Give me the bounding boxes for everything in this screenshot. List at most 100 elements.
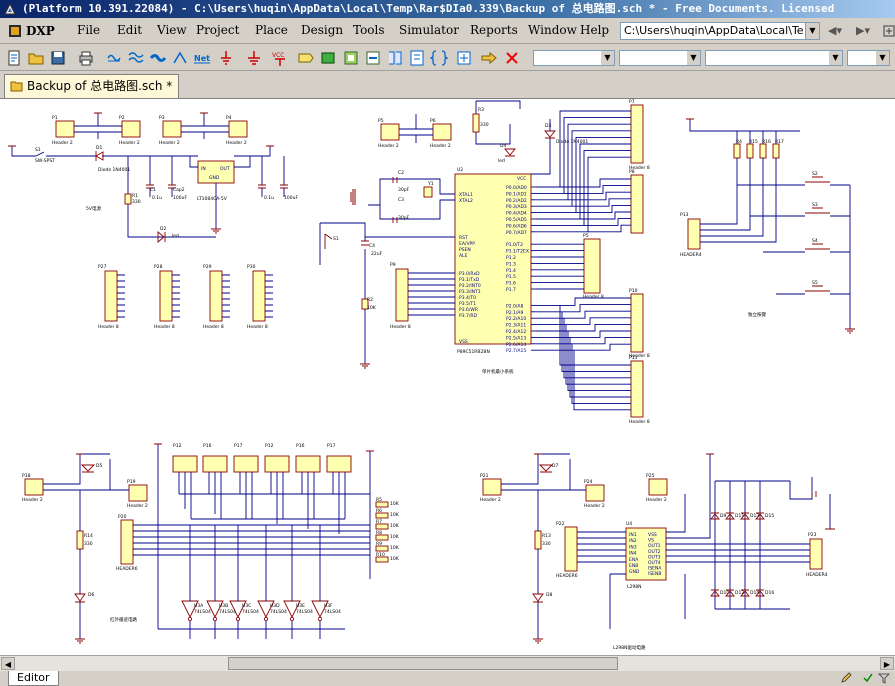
save-icon[interactable]: [49, 49, 67, 67]
open-folder-icon[interactable]: [27, 49, 45, 67]
header-p6[interactable]: [432, 123, 452, 141]
ir-sensor-header[interactable]: [233, 455, 259, 473]
toolbar-combo-4[interactable]: ▼: [847, 50, 890, 66]
header-p22[interactable]: [564, 526, 578, 572]
ir-sensor-header[interactable]: [264, 455, 290, 473]
bracket-icon[interactable]: [430, 49, 448, 67]
toolbar-combo-2[interactable]: ▼: [619, 50, 701, 66]
header-p3[interactable]: [162, 120, 182, 138]
resistor-r15[interactable]: [746, 143, 754, 159]
document-path-combo[interactable]: C:\Users\huqin\AppData\Local\Te ▼: [620, 22, 820, 40]
port-icon[interactable]: [297, 49, 315, 67]
bus-icon[interactable]: [149, 49, 167, 67]
sheet-symbol-icon[interactable]: [342, 49, 360, 67]
back-arrow-icon[interactable]: ◀▾: [824, 23, 846, 39]
header-p19[interactable]: [128, 484, 148, 502]
no-erc-icon[interactable]: [503, 49, 521, 67]
menu-file[interactable]: File: [77, 23, 100, 37]
header-p4[interactable]: [228, 120, 248, 138]
resistor-r13[interactable]: [534, 530, 542, 550]
header-p8[interactable]: [630, 174, 644, 234]
scroll-thumb[interactable]: [228, 657, 618, 670]
menu-simulator[interactable]: Simulator: [399, 23, 459, 37]
arrow-right-icon[interactable]: [480, 49, 498, 67]
header-p11[interactable]: [630, 360, 644, 418]
header-p13[interactable]: [687, 218, 701, 250]
bus-entry-icon[interactable]: [171, 49, 189, 67]
forward-arrow-icon[interactable]: ▶▾: [852, 23, 874, 39]
header-p30[interactable]: [252, 270, 266, 322]
header-p18[interactable]: [24, 478, 44, 496]
diode-d3[interactable]: [544, 130, 556, 139]
chevron-down-icon[interactable]: ▼: [829, 51, 842, 65]
header-p29[interactable]: [209, 270, 223, 322]
horizontal-scrollbar[interactable]: ◀ ▶: [0, 655, 895, 671]
menu-reports[interactable]: Reports: [470, 23, 518, 37]
new-document-icon[interactable]: [5, 49, 23, 67]
menu-window[interactable]: Window: [528, 23, 577, 37]
led-d5[interactable]: [80, 464, 96, 473]
chevron-down-icon[interactable]: ▼: [601, 51, 614, 65]
header-p5[interactable]: [380, 123, 400, 141]
ir-sensor-header[interactable]: [202, 455, 228, 473]
menu-tools[interactable]: Tools: [353, 23, 385, 37]
header-p25[interactable]: [648, 478, 668, 496]
scroll-left-icon[interactable]: ◀: [1, 657, 15, 670]
toolbar-combo-3[interactable]: ▼: [705, 50, 843, 66]
check-icon[interactable]: [862, 672, 874, 684]
led-d7[interactable]: [538, 464, 554, 473]
chevron-down-icon[interactable]: ▼: [876, 51, 889, 65]
header-p20[interactable]: [120, 519, 134, 565]
reset-switch[interactable]: [324, 233, 333, 249]
harness-icon[interactable]: [386, 49, 404, 67]
menu-place[interactable]: Place: [255, 23, 288, 37]
part-icon[interactable]: [319, 49, 337, 67]
diode-d1[interactable]: [95, 151, 104, 161]
compile-icon[interactable]: [455, 49, 473, 67]
crystal-y1[interactable]: [423, 186, 433, 198]
led-d4[interactable]: [504, 148, 516, 157]
editor-tab[interactable]: Editor: [8, 671, 59, 686]
led-d6[interactable]: [74, 593, 86, 603]
menu-view[interactable]: View: [157, 23, 187, 37]
resistor-r4[interactable]: [733, 143, 741, 159]
chevron-down-icon[interactable]: ▼: [687, 51, 700, 65]
header-p16[interactable]: [583, 238, 601, 294]
scroll-right-icon[interactable]: ▶: [880, 657, 894, 670]
dxp-menu-button[interactable]: DXP: [4, 21, 55, 41]
header-p24[interactable]: [585, 484, 605, 502]
settings-icon[interactable]: [878, 23, 895, 39]
resistor-r1[interactable]: [124, 193, 132, 205]
wire-icon[interactable]: [127, 49, 145, 67]
header-p21[interactable]: [482, 478, 502, 496]
ir-sensor-header[interactable]: [326, 455, 352, 473]
toolbar-combo-1[interactable]: ▼: [533, 50, 615, 66]
resistor-r16[interactable]: [759, 143, 767, 159]
directive-icon[interactable]: [408, 49, 426, 67]
header-p2[interactable]: [121, 120, 141, 138]
vcc-power-icon[interactable]: VCC: [271, 49, 289, 67]
resistor-r14[interactable]: [76, 530, 84, 550]
header-p10[interactable]: [630, 293, 644, 353]
filter-icon[interactable]: [878, 672, 890, 684]
menu-edit[interactable]: Edit: [117, 23, 142, 37]
sheet-entry-icon[interactable]: [364, 49, 382, 67]
header-p27[interactable]: [104, 270, 118, 322]
header-p1[interactable]: [55, 120, 75, 138]
tab-schematic-document[interactable]: Backup of 总电路图.sch *: [4, 74, 180, 98]
ir-sensor-header[interactable]: [172, 455, 198, 473]
net-label-icon[interactable]: Net: [193, 49, 211, 67]
ir-sensor-header[interactable]: [295, 455, 321, 473]
print-icon[interactable]: [77, 49, 95, 67]
menu-design[interactable]: Design: [301, 23, 343, 37]
header-p7[interactable]: [630, 104, 644, 164]
schematic-canvas[interactable]: .w { stroke: #00008b; stroke-width: 0.9;…: [0, 99, 895, 655]
schematic-drawing[interactable]: .w { stroke: #00008b; stroke-width: 0.9;…: [0, 99, 895, 655]
title-bar[interactable]: (Platform 10.391.22084) - C:\Users\huqin…: [0, 0, 895, 18]
ground-alt-icon[interactable]: [245, 49, 263, 67]
resistor-r3[interactable]: [472, 113, 480, 133]
menu-help[interactable]: Help: [580, 23, 609, 37]
header-p9[interactable]: [395, 268, 409, 322]
pencil-icon[interactable]: [840, 672, 852, 684]
zoom-fit-icon[interactable]: [105, 49, 123, 67]
